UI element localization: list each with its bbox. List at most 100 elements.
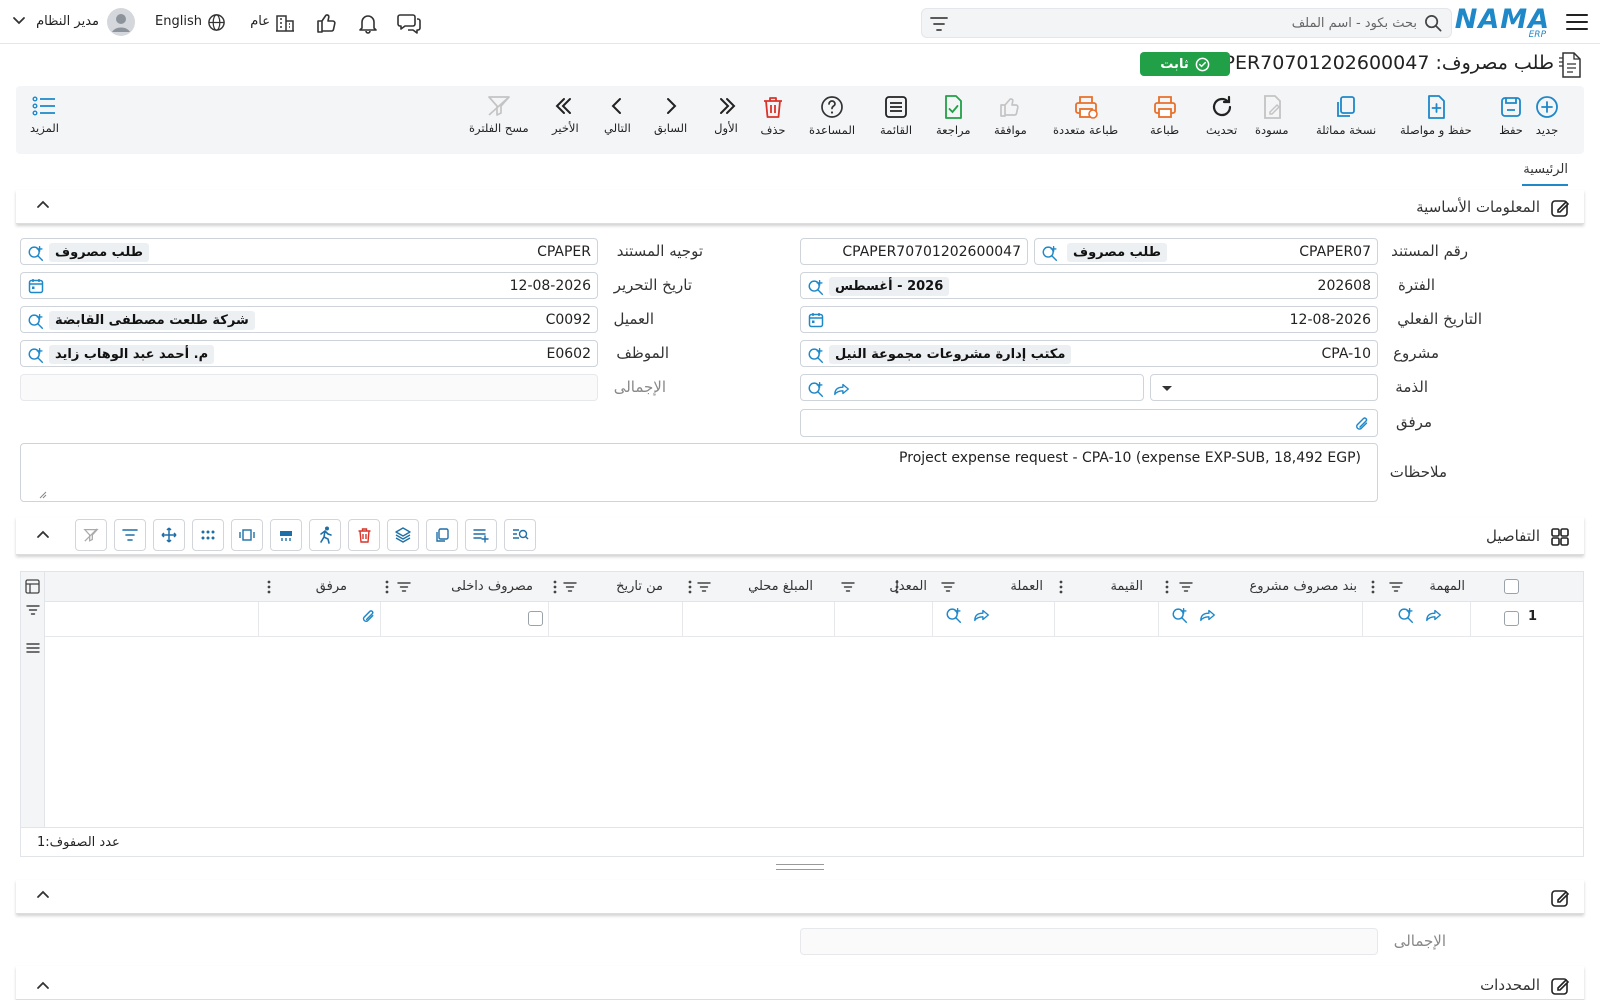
table-insert-icon[interactable]: [270, 519, 302, 551]
list-plus-icon[interactable]: [465, 519, 497, 551]
first-button[interactable]: الأول: [713, 94, 739, 135]
row-task-share-icon[interactable]: [1425, 606, 1443, 624]
resize-splitter[interactable]: [776, 864, 824, 870]
filter-lines-icon[interactable]: [114, 519, 146, 551]
column-filter-icon[interactable]: [563, 581, 577, 593]
copy-row-icon[interactable]: [426, 519, 458, 551]
column-value[interactable]: القيمة: [1055, 572, 1159, 602]
attachment-field[interactable]: [800, 409, 1378, 437]
clear-filter-button[interactable]: مسح الفلترة: [469, 94, 529, 135]
new-button[interactable]: جديد: [1534, 94, 1560, 137]
column-currency[interactable]: العملة: [933, 572, 1055, 602]
lookup-icon[interactable]: [1041, 244, 1059, 262]
more-button[interactable]: المزيد: [30, 94, 59, 135]
customer-field[interactable]: C0092 شركة طلعت مصطفى القابضة: [20, 306, 598, 333]
lookup-icon[interactable]: [807, 380, 825, 398]
column-menu-icon[interactable]: [1371, 580, 1375, 594]
internal-expense-checkbox[interactable]: [528, 611, 543, 626]
column-menu-icon[interactable]: [553, 580, 557, 594]
column-filter-icon[interactable]: [1389, 581, 1403, 593]
move-icon[interactable]: [153, 519, 185, 551]
column-expense-item[interactable]: بند مصروف مشروع: [1159, 572, 1363, 602]
row-expense-share-icon[interactable]: [1199, 606, 1217, 624]
search-input[interactable]: [977, 13, 1417, 33]
table-row[interactable]: 1: [45, 602, 1583, 637]
column-internal-expense[interactable]: مصروف داخلى: [381, 572, 549, 602]
last-button[interactable]: الأخير: [552, 94, 579, 135]
column-from-date[interactable]: من تاريخ: [549, 572, 683, 602]
row-currency-share-icon[interactable]: [973, 606, 991, 624]
calendar-icon[interactable]: [28, 278, 44, 294]
column-menu-icon[interactable]: [385, 580, 389, 594]
delete-row-icon[interactable]: [348, 519, 380, 551]
save-continue-button[interactable]: حفظ و مواصلة: [1400, 94, 1472, 137]
lookup-icon[interactable]: [807, 346, 825, 364]
layers-icon[interactable]: [387, 519, 419, 551]
column-filter-icon[interactable]: [1179, 581, 1193, 593]
column-menu-icon[interactable]: [1165, 580, 1169, 594]
search-list-icon[interactable]: [504, 519, 536, 551]
paperclip-icon[interactable]: [1353, 415, 1371, 433]
column-task[interactable]: المهمة: [1363, 572, 1471, 602]
branch-selector[interactable]: عام: [245, 12, 295, 34]
lookup-icon[interactable]: [27, 244, 45, 262]
side-menu-icon[interactable]: [26, 642, 40, 654]
brand-logo[interactable]: NAMA ERP: [1455, 3, 1554, 41]
thumbs-up-icon[interactable]: [314, 11, 338, 35]
basic-info-header[interactable]: المعلومات الأساسية: [16, 190, 1584, 224]
chat-icon[interactable]: [397, 11, 421, 35]
menu-icon[interactable]: [1564, 10, 1590, 34]
clear-filter-icon[interactable]: [75, 519, 107, 551]
period-field[interactable]: 202608 2026 - أغسطس: [800, 272, 1378, 299]
column-filter-icon[interactable]: [841, 581, 855, 593]
tab-main[interactable]: الرئيسية: [1523, 162, 1568, 177]
liability-type-select[interactable]: [1150, 374, 1378, 401]
next-button[interactable]: التالي: [604, 94, 631, 135]
calendar-icon[interactable]: [808, 312, 824, 328]
edit-date-field[interactable]: 12-08-2026: [20, 272, 598, 299]
user-menu[interactable]: مدير النظام: [10, 8, 135, 36]
language-switch[interactable]: English: [155, 12, 226, 34]
chevron-up-icon[interactable]: [36, 889, 50, 899]
save-button[interactable]: حفظ: [1498, 94, 1524, 137]
approve-button[interactable]: موافقة: [994, 94, 1027, 137]
column-rate[interactable]: المعدل: [835, 572, 933, 602]
column-attachment[interactable]: مرفق: [259, 572, 381, 602]
column-filter-icon[interactable]: [697, 581, 711, 593]
doc-direction-field[interactable]: CPAPER طلب مصروف: [20, 238, 598, 265]
summary-header[interactable]: [16, 880, 1584, 914]
refresh-button[interactable]: تحديث: [1206, 94, 1237, 137]
column-menu-icon[interactable]: [267, 580, 271, 594]
help-button[interactable]: المساعدة: [809, 94, 855, 137]
search-icon[interactable]: [1424, 14, 1443, 33]
list-button[interactable]: القائمة: [880, 94, 912, 137]
lookup-icon[interactable]: [807, 278, 825, 296]
draft-button[interactable]: مسودة: [1255, 94, 1289, 137]
print-button[interactable]: طباعة: [1150, 94, 1179, 137]
column-menu-icon[interactable]: [1059, 580, 1063, 594]
run-icon[interactable]: [309, 519, 341, 551]
row-attachment-icon[interactable]: [360, 608, 377, 625]
selectors-header[interactable]: المحددات: [16, 966, 1584, 1000]
row-task-lookup-icon[interactable]: [1397, 606, 1415, 624]
multi-print-button[interactable]: طباعة متعددة: [1053, 94, 1118, 137]
column-menu-icon[interactable]: [895, 580, 899, 594]
resize-handle-icon[interactable]: [39, 491, 47, 499]
bell-icon[interactable]: [356, 11, 380, 35]
column-filter-icon[interactable]: [397, 581, 411, 593]
frame-icon[interactable]: [231, 519, 263, 551]
grid-dots-icon[interactable]: [192, 519, 224, 551]
column-menu-icon[interactable]: [688, 580, 692, 594]
notes-textarea[interactable]: Project expense request - CPA-10 (expens…: [20, 443, 1378, 502]
row-expense-lookup-icon[interactable]: [1171, 606, 1189, 624]
table-settings-icon[interactable]: [25, 579, 40, 594]
liability-lookup-field[interactable]: [800, 374, 1144, 401]
column-local-amount[interactable]: المبلغ محلي: [683, 572, 835, 602]
global-search[interactable]: [921, 8, 1452, 38]
delete-button[interactable]: حذف: [760, 94, 786, 137]
row-currency-lookup-icon[interactable]: [945, 606, 963, 624]
side-filter-icon[interactable]: [26, 604, 40, 616]
share-icon[interactable]: [833, 380, 851, 398]
actual-date-field[interactable]: 12-08-2026: [800, 306, 1378, 333]
chevron-up-icon[interactable]: [36, 529, 50, 539]
